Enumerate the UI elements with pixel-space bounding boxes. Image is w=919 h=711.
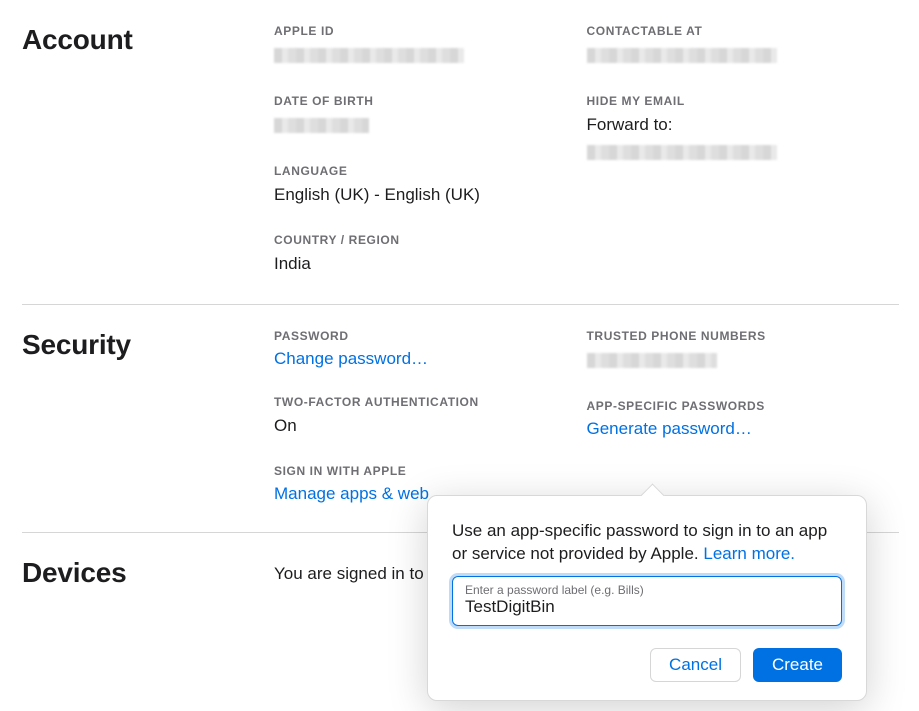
dob-field: DATE OF BIRTH bbox=[274, 94, 567, 138]
app-specific-passwords-field: APP-SPECIFIC PASSWORDS Generate password… bbox=[587, 399, 880, 439]
password-label-input-wrap[interactable]: Enter a password label (e.g. Bills) bbox=[452, 576, 842, 626]
account-fields: APPLE ID DATE OF BIRTH LANGUAGE English … bbox=[274, 24, 899, 276]
two-factor-value: On bbox=[274, 415, 567, 438]
password-label: PASSWORD bbox=[274, 329, 567, 343]
country-label: COUNTRY / REGION bbox=[274, 233, 567, 247]
change-password-link[interactable]: Change password… bbox=[274, 349, 428, 368]
generate-password-popover: Use an app-specific password to sign in … bbox=[427, 495, 867, 701]
sign-in-with-apple-label: SIGN IN WITH APPLE bbox=[274, 464, 567, 478]
language-label: LANGUAGE bbox=[274, 164, 567, 178]
security-fields: PASSWORD Change password… TWO-FACTOR AUT… bbox=[274, 329, 899, 504]
language-value: English (UK) - English (UK) bbox=[274, 184, 567, 207]
hide-my-email-value-redacted bbox=[587, 145, 777, 160]
apple-id-value-redacted bbox=[274, 48, 464, 63]
apple-id-label: APPLE ID bbox=[274, 24, 567, 38]
country-value: India bbox=[274, 253, 567, 276]
password-label-input-hint: Enter a password label (e.g. Bills) bbox=[465, 583, 829, 597]
account-title: Account bbox=[22, 24, 274, 276]
contactable-field: CONTACTABLE AT bbox=[587, 24, 880, 68]
password-label-input[interactable] bbox=[465, 597, 829, 617]
dob-label: DATE OF BIRTH bbox=[274, 94, 567, 108]
cancel-button[interactable]: Cancel bbox=[650, 648, 741, 682]
two-factor-label: TWO-FACTOR AUTHENTICATION bbox=[274, 395, 567, 409]
hide-my-email-label: HIDE MY EMAIL bbox=[587, 94, 880, 108]
country-field: COUNTRY / REGION India bbox=[274, 233, 567, 276]
devices-signed-text: You are signed in to bbox=[274, 557, 424, 589]
contactable-value-redacted bbox=[587, 48, 777, 63]
hide-my-email-field: HIDE MY EMAIL Forward to: bbox=[587, 94, 880, 165]
popover-body-text: Use an app-specific password to sign in … bbox=[452, 520, 842, 566]
generate-password-link[interactable]: Generate password… bbox=[587, 419, 752, 438]
learn-more-link[interactable]: Learn more. bbox=[703, 544, 795, 563]
devices-title: Devices bbox=[22, 557, 274, 589]
language-field: LANGUAGE English (UK) - English (UK) bbox=[274, 164, 567, 207]
security-title: Security bbox=[22, 329, 274, 504]
create-button[interactable]: Create bbox=[753, 648, 842, 682]
manage-apps-link[interactable]: Manage apps & web bbox=[274, 484, 429, 503]
apple-id-field: APPLE ID bbox=[274, 24, 567, 68]
two-factor-field: TWO-FACTOR AUTHENTICATION On bbox=[274, 395, 567, 438]
dob-value-redacted bbox=[274, 118, 369, 133]
trusted-phone-label: TRUSTED PHONE NUMBERS bbox=[587, 329, 880, 343]
app-specific-passwords-label: APP-SPECIFIC PASSWORDS bbox=[587, 399, 880, 413]
account-section: Account APPLE ID DATE OF BIRTH LANGUAGE … bbox=[0, 0, 919, 304]
password-field: PASSWORD Change password… bbox=[274, 329, 567, 369]
popover-button-row: Cancel Create bbox=[452, 648, 842, 682]
contactable-label: CONTACTABLE AT bbox=[587, 24, 880, 38]
trusted-phone-value-redacted bbox=[587, 353, 717, 368]
hide-my-email-forward-to: Forward to: bbox=[587, 114, 880, 137]
trusted-phone-field: TRUSTED PHONE NUMBERS bbox=[587, 329, 880, 373]
